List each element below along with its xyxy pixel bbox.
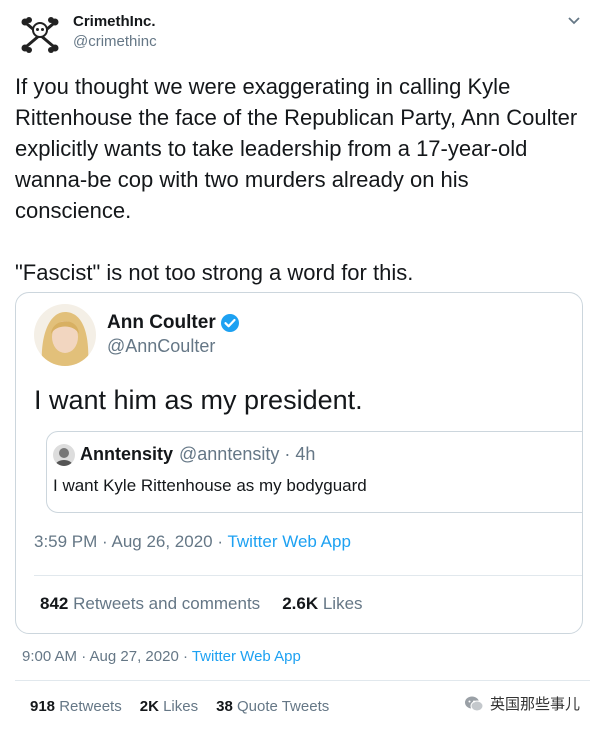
bones-cross-logo-icon [21,17,59,53]
handle[interactable]: @crimethinc [73,33,157,50]
tweet-timestamp: 9:00 AM · Aug 27, 2020 · Twitter Web App [22,648,301,665]
avatar[interactable] [34,304,96,366]
retweets-stat[interactable]: 842 Retweets and comments [40,594,260,613]
verified-badge-icon [220,313,240,333]
likes-label: Likes [158,698,199,715]
tweet-stats: 918 Retweets 2K Likes 38 Quote Tweets [30,698,329,715]
retweets-label: Retweets and comments [68,594,261,613]
source-link[interactable]: Twitter Web App [227,532,350,551]
quoted-handle-time: @anntensity · 4h [179,444,316,464]
likes-stat[interactable]: 2.6K Likes [282,594,362,613]
embedded-timestamp: 3:59 PM · Aug 26, 2020 · Twitter Web App [34,532,351,552]
retweets-stat[interactable]: 918 Retweets [30,698,122,715]
source-link[interactable]: Twitter Web App [192,648,301,665]
likes-count: 2K [139,698,159,715]
quote-tweets-stat[interactable]: 38 Quote Tweets [216,698,329,715]
avatar[interactable] [15,10,65,60]
embedded-tweet-text: I want him as my president. [34,385,363,415]
embedded-tweet-card[interactable]: Ann Coulter @AnnCoulter I want him as my… [15,292,583,634]
retweets-count: 918 [30,698,56,715]
divider [15,680,590,681]
likes-stat[interactable]: 2K Likes [140,698,198,715]
retweets-label: Retweets [55,698,122,715]
embedded-display-name[interactable]: Ann Coulter [107,312,240,334]
quoted-tweet-text: I want Kyle Rittenhouse as my bodyguard [53,476,367,495]
tweet-timestamp-text[interactable]: 9:00 AM · Aug 27, 2020 · [22,648,192,665]
embedded-timestamp-text[interactable]: 3:59 PM · Aug 26, 2020 · [34,532,227,551]
tweet-paragraph: "Fascist" is not too strong a word for t… [15,260,414,285]
watermark-text: 英国那些事儿 [490,696,581,713]
watermark: 英国那些事儿 [464,693,580,714]
display-name[interactable]: CrimethInc. [73,13,156,30]
quote-tweets-count: 38 [216,698,233,715]
wechat-icon [465,696,484,711]
chevron-down-icon[interactable] [565,12,583,30]
divider [34,575,582,576]
tweet-text: If you thought we were exaggerating in c… [15,71,590,288]
avatar[interactable] [53,444,75,466]
tweet-paragraph: If you thought we were exaggerating in c… [15,74,578,223]
quoted-tweet[interactable]: Anntensity @anntensity · 4h I want Kyle R… [46,431,582,513]
embedded-display-name-text: Ann Coulter [107,312,216,333]
embedded-stats: 842 Retweets and comments 2.6K Likes [40,594,363,614]
quoted-display-name[interactable]: Anntensity [80,444,173,464]
likes-count: 2.6K [282,594,319,613]
quote-tweets-label: Quote Tweets [232,698,330,715]
embedded-handle[interactable]: @AnnCoulter [107,336,215,357]
retweets-count: 842 [40,594,69,613]
likes-label: Likes [318,594,363,613]
quoted-tweet-meta: Anntensity @anntensity · 4h [80,444,315,465]
tweet: CrimethInc. @crimethinc If you thought w… [0,0,601,730]
